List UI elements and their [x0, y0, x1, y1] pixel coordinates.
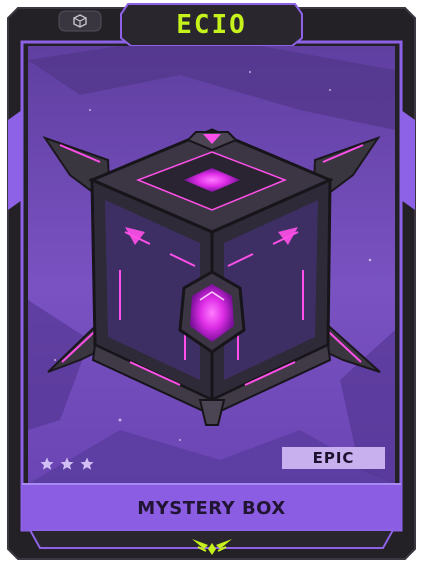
star-icon	[80, 457, 94, 470]
cube-icon	[58, 10, 102, 32]
rarity-badge: EPIC	[282, 447, 385, 469]
brand-logo: ECIO	[176, 10, 247, 40]
star-icon	[60, 457, 74, 470]
right-accent	[401, 110, 415, 210]
left-accent	[8, 110, 22, 210]
card-title: MYSTERY BOX	[137, 498, 286, 519]
mystery-box-card[interactable]: ECIO EPIC MYSTERY BOX	[0, 0, 423, 567]
star-icon	[40, 457, 54, 470]
card-artwork	[7, 3, 416, 560]
cube-button[interactable]	[58, 10, 102, 32]
ecio-emblem-icon	[192, 539, 232, 555]
